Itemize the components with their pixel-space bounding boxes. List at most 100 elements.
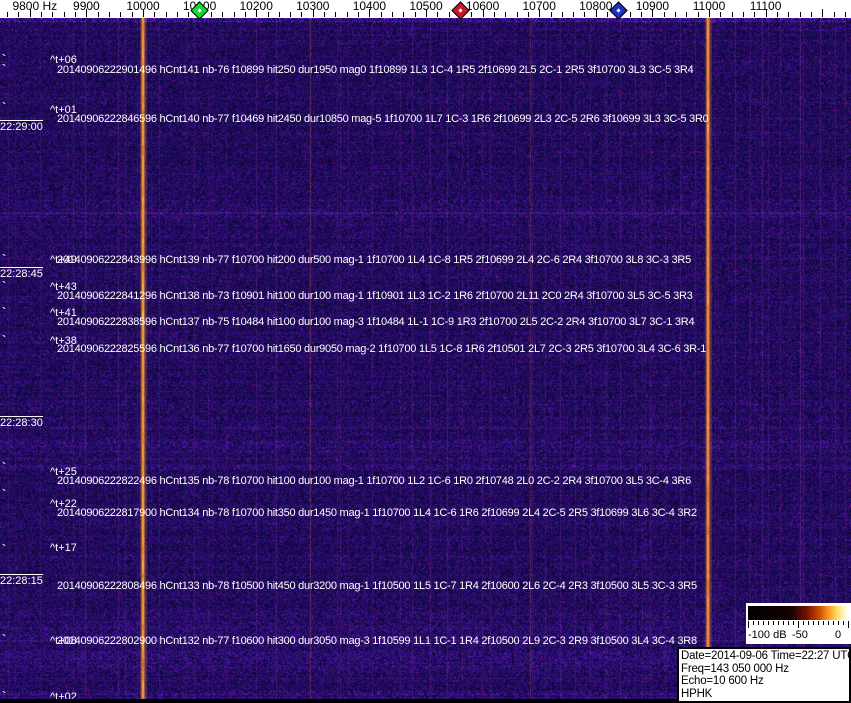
frequency-tick [63, 12, 65, 17]
frequency-tick [675, 12, 677, 17]
db-tick [813, 621, 814, 625]
marker-center-dot [458, 7, 463, 12]
marker-center-dot [616, 7, 621, 12]
frequency-tick [414, 12, 416, 17]
frequency-tick [799, 12, 801, 17]
frequency-tick [482, 9, 484, 17]
db-label-mid: -50 [792, 629, 808, 641]
frequency-tick [573, 12, 575, 17]
frequency-tick [52, 12, 54, 17]
db-tick [763, 621, 764, 625]
frequency-tick [742, 12, 744, 17]
frequency-tick [516, 12, 518, 17]
db-label-min: -100 dB [748, 629, 787, 641]
frequency-tick [75, 12, 77, 17]
frequency-tick-label: 9800 Hz [12, 0, 58, 13]
colormap-gradient-bar [748, 606, 848, 620]
frequency-tick [346, 12, 348, 17]
frequency-tick [505, 12, 507, 17]
db-tick [793, 621, 794, 625]
frequency-tick [788, 12, 790, 17]
frequency-tick [607, 12, 609, 17]
frequency-tick [324, 12, 326, 17]
frequency-tick [652, 9, 654, 17]
frequency-tick [120, 12, 122, 17]
frequency-tick [392, 12, 394, 17]
frequency-tick [720, 12, 722, 17]
db-tick [748, 621, 749, 628]
frequency-tick [663, 12, 665, 17]
frequency-tick [41, 12, 43, 17]
db-tick [783, 621, 784, 625]
frequency-tick [97, 12, 99, 17]
frequency-tick [709, 9, 710, 17]
frequency-tick [810, 12, 812, 17]
frequency-tick [686, 12, 688, 17]
info-date-time: Date=2014-09-06 Time=22:27 UTC [681, 650, 851, 662]
db-tick [818, 621, 819, 625]
frequency-tick [86, 9, 88, 17]
frequency-tick [176, 12, 178, 17]
db-tick [788, 621, 789, 625]
frequency-tick [210, 12, 212, 17]
frequency-tick [380, 12, 382, 17]
frequency-tick [595, 9, 597, 17]
marker-center-dot [197, 7, 202, 12]
db-tick [753, 621, 754, 625]
frequency-tick [131, 12, 133, 17]
db-tick [843, 621, 844, 625]
frequency-tick [629, 12, 631, 17]
frequency-tick [426, 9, 427, 17]
db-color-legend: -100 dB -50 0 [746, 603, 851, 644]
db-tick [823, 621, 824, 625]
info-frequency: Freq=143 050 000 Hz [681, 662, 789, 675]
db-tick [808, 621, 809, 625]
frequency-tick [584, 12, 586, 17]
frequency-tick [222, 12, 224, 17]
db-tick [833, 621, 834, 625]
db-tick [778, 621, 779, 625]
status-info-box: Date=2014-09-06 Time=22:27 UTC Freq=143 … [677, 647, 851, 703]
db-tick [838, 621, 839, 625]
spectrogram-display [0, 18, 851, 703]
db-tick [758, 621, 759, 625]
frequency-tick [301, 12, 303, 17]
info-station-code: HPHK [681, 687, 713, 700]
frequency-axis: 9800 Hz990010000101001020010300104001050… [0, 0, 851, 20]
frequency-tick [493, 12, 495, 17]
db-tick [773, 621, 774, 625]
frequency-tick [471, 12, 473, 17]
db-tick [828, 621, 829, 625]
frequency-tick [143, 9, 144, 17]
frequency-tick [233, 12, 235, 17]
frequency-tick [539, 9, 541, 17]
frequency-tick [29, 9, 31, 17]
frequency-tick [267, 12, 269, 17]
db-tick [768, 621, 769, 625]
frequency-tick [7, 12, 9, 17]
frequency-tick [403, 12, 405, 17]
frequency-tick [754, 12, 756, 17]
frequency-tick [154, 12, 156, 17]
frequency-tick [244, 12, 246, 17]
frequency-tick [358, 12, 360, 17]
db-tick [803, 621, 804, 625]
frequency-tick [256, 9, 258, 17]
frequency-tick [290, 12, 292, 17]
frequency-tick [335, 12, 337, 17]
frequency-tick [561, 12, 563, 17]
frequency-tick [697, 12, 699, 17]
frequency-tick [844, 12, 846, 17]
frequency-tick [765, 9, 767, 17]
frequency-tick [527, 12, 529, 17]
frequency-tick [278, 12, 280, 17]
frequency-tick [776, 12, 778, 17]
frequency-tick [822, 9, 824, 17]
frequency-tick [448, 12, 450, 17]
frequency-tick [369, 9, 371, 17]
info-echo-freq: Echo=10 600 Hz [681, 675, 764, 687]
frequency-tick [550, 12, 552, 17]
db-label-max: 0 [835, 629, 842, 641]
frequency-tick [18, 12, 20, 17]
frequency-tick [188, 12, 190, 17]
